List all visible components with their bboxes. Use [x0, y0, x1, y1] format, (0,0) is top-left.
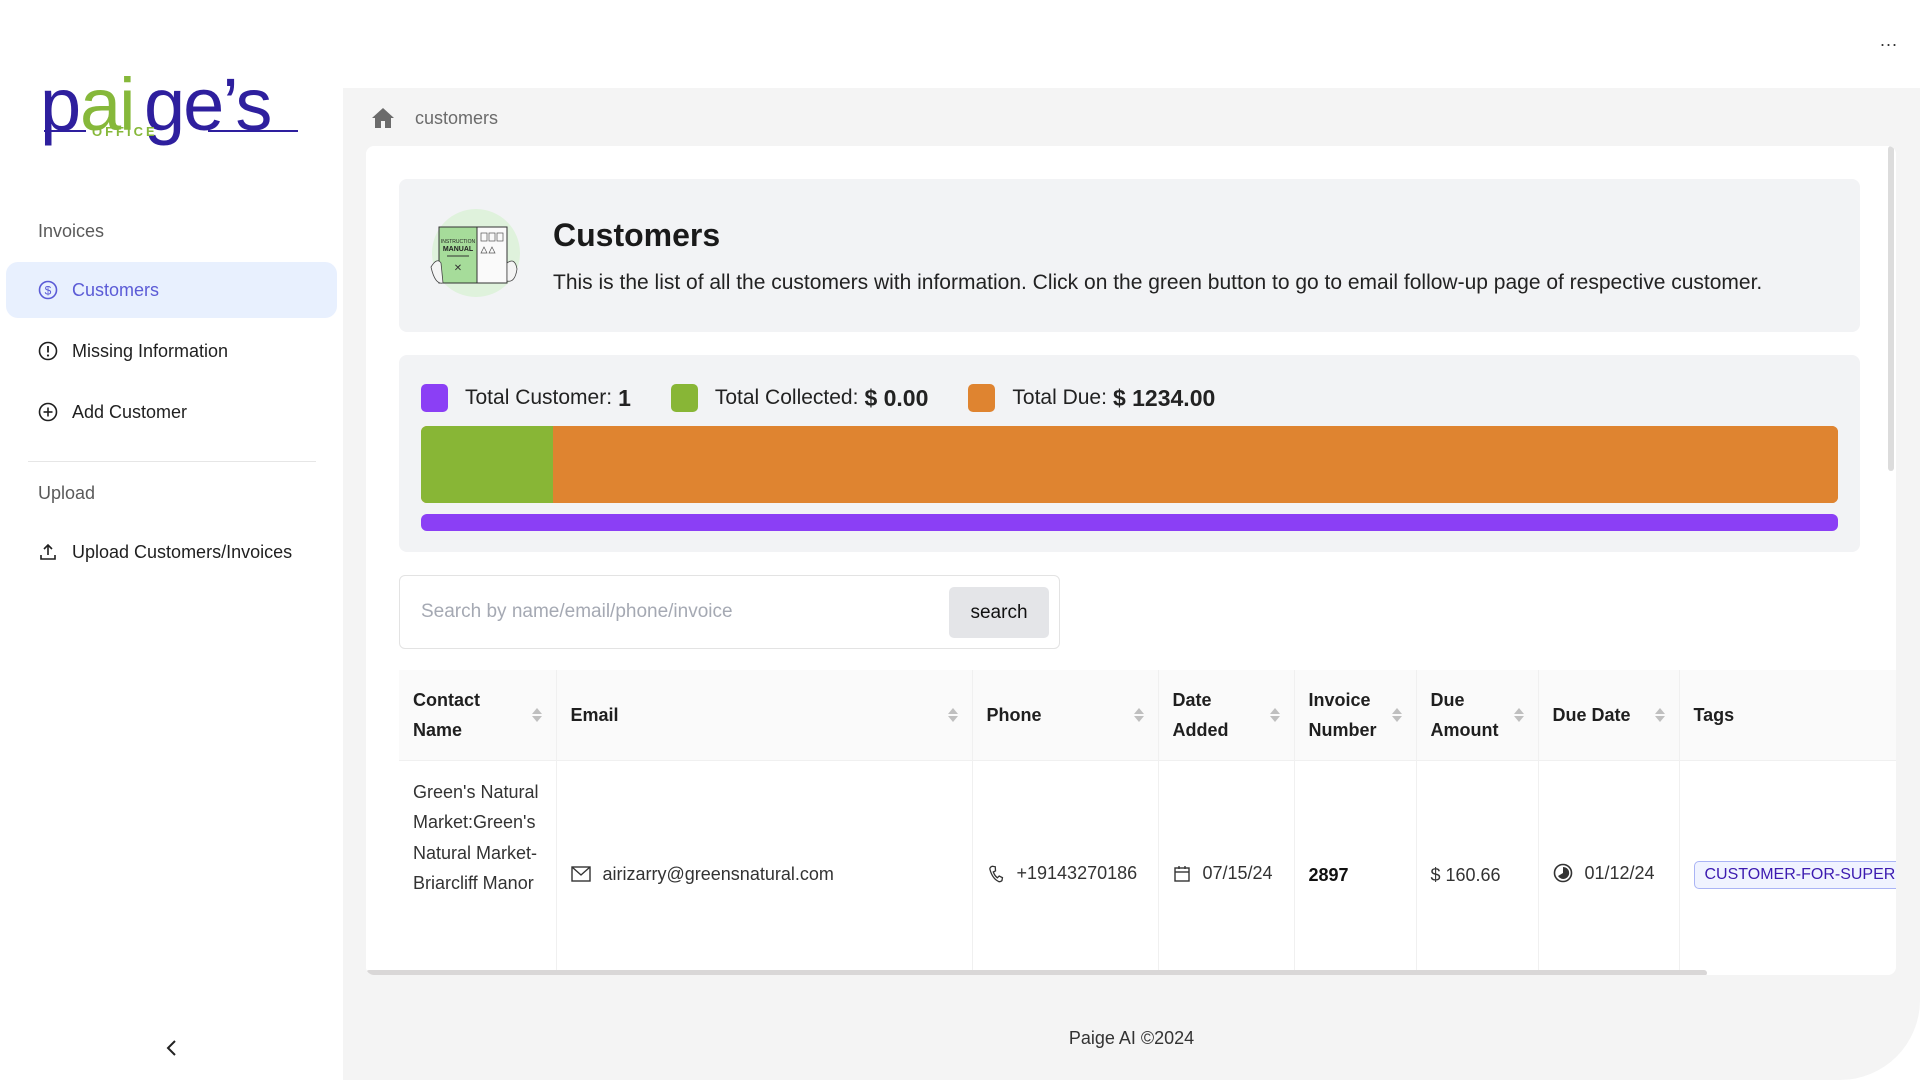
plus-circle-icon [38, 402, 58, 422]
sidebar-item-missing-information[interactable]: Missing Information [6, 323, 337, 379]
nav-group-upload: Upload [38, 483, 96, 503]
sidebar-item-customers[interactable]: $ Customers [6, 262, 337, 318]
page-title: Customers [553, 217, 721, 253]
svg-text:OFFICE: OFFICE [92, 124, 158, 139]
search-box: search [399, 575, 1060, 649]
exclamation-circle-icon [38, 341, 58, 361]
sidebar-item-add-customer[interactable]: Add Customer [6, 384, 337, 440]
table-row[interactable]: Green's Natural Market:Green's Natural M… [399, 760, 1896, 970]
column-header-due-amount[interactable]: Due Amount [1416, 670, 1539, 761]
tags-cell: CUSTOMER-FOR-SUPER-A [1679, 760, 1896, 970]
customer-swatch [421, 384, 448, 412]
upload-icon [38, 542, 58, 562]
breadcrumb-current[interactable]: customers [415, 108, 498, 129]
mail-icon [570, 866, 591, 882]
search-button[interactable]: search [949, 587, 1049, 638]
more-options-button[interactable]: ... [1880, 30, 1898, 51]
due-segment [552, 426, 1838, 503]
total-due-stat: Total Due: $ 1234.00 [968, 384, 1215, 412]
breadcrumb: customers [371, 106, 498, 130]
customers-table-container: Contact Name Email Phone Date Added Invo… [399, 670, 1896, 970]
svg-text:$: $ [45, 284, 52, 298]
collected-segment [421, 426, 553, 503]
svg-text:p: p [40, 63, 79, 146]
total-collected-stat: Total Collected: $ 0.00 [670, 384, 929, 412]
column-header-invoice-number[interactable]: Invoice Number [1294, 670, 1417, 761]
page-description: This is the list of all the customers wi… [553, 271, 1763, 294]
invoice-number-value[interactable]: 2897 [1309, 865, 1349, 885]
sidebar-item-label: Customers [72, 279, 160, 300]
email-value[interactable]: airizarry@greensnatural.com [603, 864, 834, 885]
sort-icon[interactable] [1269, 707, 1280, 722]
due-amount-cell: $ 160.66 [1416, 760, 1539, 970]
horizontal-scrollbar[interactable] [366, 970, 1707, 975]
dollar-circle-icon: $ [38, 280, 58, 300]
total-customer-value: 1 [618, 384, 631, 411]
column-header-tags: Tags [1679, 670, 1896, 761]
sort-icon[interactable] [1133, 707, 1144, 722]
footer-copyright: Paige AI ©2024 [1068, 1028, 1195, 1048]
svg-text:INSTRUCTION: INSTRUCTION [441, 239, 476, 245]
due-swatch [968, 384, 996, 412]
paiges-office-logo[interactable]: p ai ge’s OFFICE [40, 58, 310, 158]
sidebar-item-label: Add Customer [72, 401, 188, 422]
total-customer-stat: Total Customer: 1 [421, 384, 631, 412]
total-due-label: Total Due: [1012, 386, 1107, 409]
email-cell: airizarry@greensnatural.com [556, 760, 973, 970]
date-added-cell: 07/15/24 [1158, 760, 1295, 970]
column-header-date-added[interactable]: Date Added [1158, 670, 1295, 761]
svg-text:ge’s: ge’s [144, 63, 270, 146]
sort-icon[interactable] [947, 707, 958, 722]
collected-swatch [670, 384, 698, 412]
home-icon[interactable] [371, 107, 395, 129]
customer-tag[interactable]: CUSTOMER-FOR-SUPER-A [1693, 861, 1896, 890]
due-date-value: 01/12/24 [1584, 862, 1655, 883]
table-header-row: Contact Name Email Phone Date Added Invo… [399, 670, 1896, 761]
top-bar: ... [343, 0, 1920, 88]
page-header: INSTRUCTION MANUAL ✕ Customers This is t… [399, 179, 1860, 332]
total-customer-label: Total Customer: [465, 386, 613, 409]
phone-value[interactable]: +19143270186 [1017, 863, 1138, 884]
total-due-value: $ 1234.00 [1112, 384, 1216, 411]
phone-cell: +19143270186 [972, 760, 1159, 970]
date-added-value: 07/15/24 [1202, 863, 1273, 883]
sidebar-item-label: Upload Customers/Invoices [72, 541, 293, 562]
column-header-email[interactable]: Email [556, 670, 973, 761]
sort-icon[interactable] [1391, 707, 1402, 722]
collected-vs-due-bar [421, 426, 1838, 503]
collapse-sidebar-button[interactable] [160, 1036, 184, 1060]
svg-text:MANUAL: MANUAL [443, 246, 474, 253]
instruction-manual-illustration: INSTRUCTION MANUAL ✕ [423, 207, 529, 299]
nav-divider [28, 461, 316, 462]
stats-panel: Total Customer: 1 Total Collected: $ 0.0… [399, 355, 1860, 552]
chevron-left-icon [166, 1040, 176, 1056]
total-collected-label: Total Collected: [714, 386, 859, 409]
customers-card: INSTRUCTION MANUAL ✕ Customers This is t… [366, 146, 1896, 975]
column-header-contact-name[interactable]: Contact Name [399, 670, 557, 761]
stats-legend: Total Customer: 1 Total Collected: $ 0.0… [421, 383, 1255, 413]
sort-icon[interactable] [1513, 707, 1524, 722]
main-content: customers INSTRUCTION MANUAL ✕ Customers… [343, 88, 1920, 1080]
due-date-cell: 01/12/24 [1538, 760, 1680, 970]
column-header-phone[interactable]: Phone [972, 670, 1159, 761]
calendar-icon [1173, 865, 1190, 882]
nav-group-invoices: Invoices [38, 221, 105, 241]
vertical-scrollbar[interactable] [1888, 146, 1894, 471]
sidebar-item-upload-customers-invoices[interactable]: Upload Customers/Invoices [6, 524, 337, 580]
sidebar: p ai ge’s OFFICE Invoices $ Customers Mi… [0, 0, 343, 1080]
customers-table: Contact Name Email Phone Date Added Invo… [399, 670, 1896, 970]
sort-icon[interactable] [531, 707, 542, 722]
phone-icon [988, 865, 1003, 882]
column-header-due-date[interactable]: Due Date [1538, 670, 1680, 761]
sidebar-item-label: Missing Information [72, 340, 229, 361]
clock-icon [1553, 863, 1572, 883]
svg-text:✕: ✕ [454, 263, 462, 274]
invoice-number-cell: 2897 [1294, 760, 1417, 970]
total-collected-value: $ 0.00 [864, 384, 929, 411]
search-input[interactable] [401, 577, 941, 647]
contact-name-cell: Green's Natural Market:Green's Natural M… [399, 760, 557, 970]
customers-bar [421, 514, 1838, 531]
sort-icon[interactable] [1654, 707, 1665, 722]
